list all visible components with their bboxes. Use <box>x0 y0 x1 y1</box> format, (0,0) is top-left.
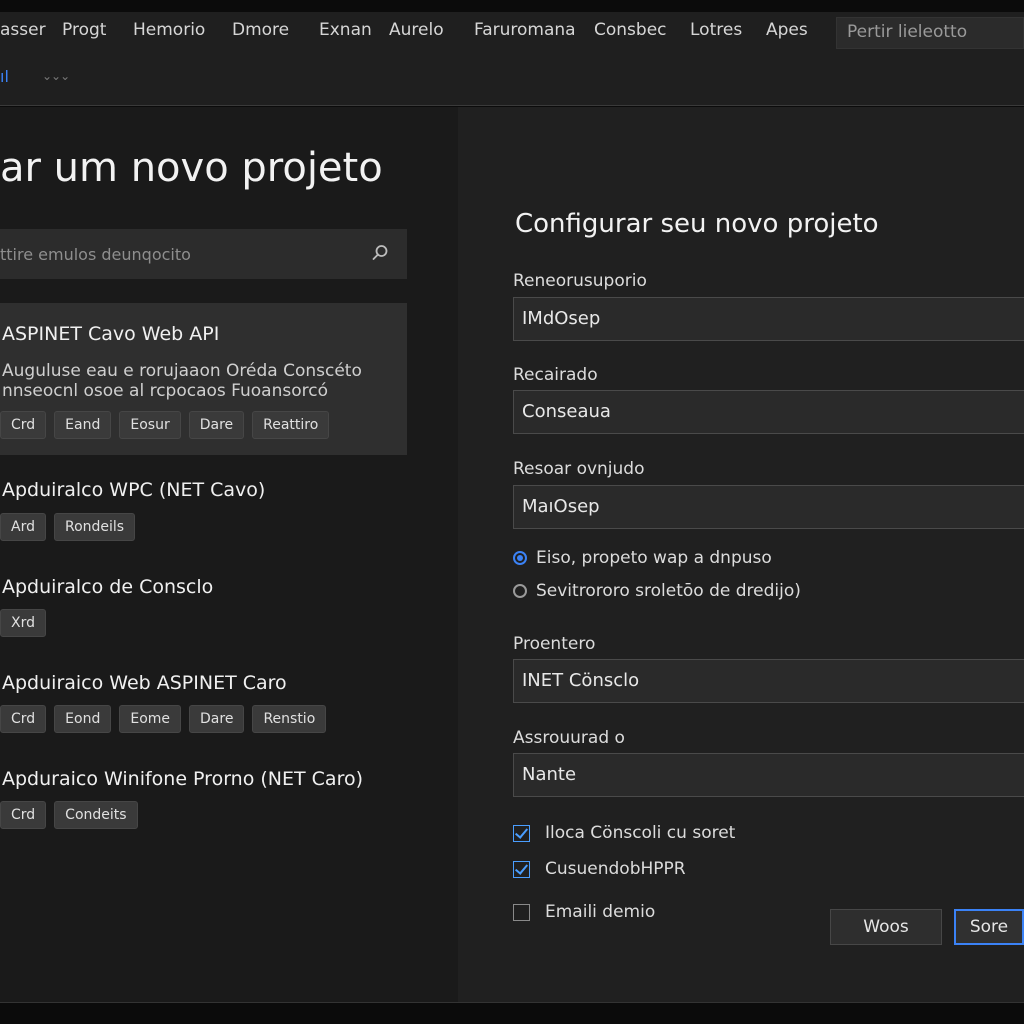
radio-unselected[interactable] <box>513 584 527 598</box>
field-label: Resoar ovnjudo <box>513 459 645 479</box>
menu-item-exam[interactable]: Exnan <box>319 20 372 40</box>
menu-item-consbec[interactable]: Consbec <box>594 20 667 40</box>
checkbox-label: Iloca Cönscoli cu soret <box>545 823 736 843</box>
tag: Eond <box>54 705 112 733</box>
tag: Xrd <box>0 609 46 637</box>
back-button[interactable]: Woos <box>830 909 942 945</box>
radio-label: Eiso, propeto wap a dnpuso <box>536 548 772 568</box>
project-name-field[interactable]: IMdOsep <box>513 297 1024 341</box>
tag: Crd <box>0 411 47 439</box>
menu-item-tools[interactable]: Faruromana <box>474 20 576 40</box>
toolbar: ıl ⌄⌄⌄ <box>0 64 70 88</box>
tag: Crd <box>0 705 47 733</box>
tag: Rondeils <box>53 513 136 541</box>
tag: Eome <box>119 705 182 733</box>
template-search-input[interactable]: ttire emulos deunqocito <box>0 229 407 279</box>
checkbox-checked[interactable] <box>513 824 530 842</box>
template-item[interactable]: Apduraico Winifone Prorno (NET Caro) Crd… <box>0 756 407 836</box>
page-title: ar um novo projeto <box>0 145 383 191</box>
tag: Crd <box>0 801 47 829</box>
location-field[interactable]: Conseaua <box>513 390 1024 434</box>
tag: Eand <box>54 411 112 439</box>
template-item[interactable]: Apduiralco WPC (NET Cavo) Ard Rondeils <box>0 467 407 547</box>
checkbox-option[interactable]: Emaili demio <box>513 902 655 922</box>
radio-option[interactable]: Eiso, propeto wap a dnpuso <box>513 548 772 568</box>
template-tags: Crd Eand Eosur Dare Reattiro <box>0 411 330 439</box>
menu-item-file[interactable]: asser <box>0 20 46 40</box>
template-tags: Crd Eond Eome Dare Renstio <box>0 705 327 733</box>
template-item[interactable]: Apduiraico Web ASPINET Caro Crd Eond Eom… <box>0 660 407 740</box>
template-name: Apduraico Winifone Prorno (NET Caro) <box>2 768 363 790</box>
menu-item-more[interactable]: Dmore <box>232 20 289 40</box>
tag: Renstio <box>252 705 327 733</box>
template-panel: ar um novo projeto ttire emulos deunqoci… <box>0 107 458 1002</box>
status-bar <box>0 1002 1024 1024</box>
menu-item-memory[interactable]: Hemorio <box>133 20 205 40</box>
template-description-line: nnseocnl osoe al rcpocaos Fuoansorcó <box>2 381 328 401</box>
menu-item-aurelo[interactable]: Aurelo <box>389 20 444 40</box>
tag: Ard <box>0 513 46 541</box>
field-label: Assrouurad o <box>513 728 625 748</box>
template-name: Apduiralco WPC (NET Cavo) <box>2 479 266 501</box>
search-icon[interactable] <box>370 243 390 263</box>
template-name: ASPINET Cavo Web API <box>2 323 220 345</box>
framework-select[interactable]: INET Cönsclo <box>513 659 1024 703</box>
radio-label: Sevitrororo sroletōo de dredijo) <box>536 581 801 601</box>
next-button[interactable]: Sore <box>954 909 1024 945</box>
template-item[interactable]: ASPINET Cavo Web API Auguluse eau e roru… <box>0 303 407 455</box>
checkbox-label: Emaili demio <box>545 902 656 922</box>
template-description-line: Auguluse eau e rorujaaon Oréda Conscéto <box>2 361 362 381</box>
radio-selected[interactable] <box>513 551 527 565</box>
configure-panel: Configurar seu novo projeto Reneorusupor… <box>458 107 1024 1002</box>
checkbox-label: CusuendobHPPR <box>545 859 686 879</box>
field-label: Proentero <box>513 634 596 654</box>
radio-option[interactable]: Sevitrororo sroletōo de dredijo) <box>513 581 801 601</box>
tag: Reattiro <box>252 411 330 439</box>
template-tags: Crd Condeits <box>0 801 138 829</box>
tag: Dare <box>188 411 245 439</box>
checkbox-option[interactable]: CusuendobHPPR <box>513 859 686 879</box>
template-search-placeholder: ttire emulos deunqocito <box>0 245 191 264</box>
blue-glyph-icon[interactable]: ıl <box>0 67 20 86</box>
title-bar: asser Progt Hemorio Dmore Exnan Aurelo F… <box>0 12 1024 106</box>
checkbox-unchecked[interactable] <box>513 903 530 921</box>
template-item[interactable]: Apduiralco de Consclo Xrd <box>0 564 407 644</box>
template-tags: Xrd <box>0 609 46 637</box>
template-name: Apduiralco de Consclo <box>2 576 214 598</box>
tag: Dare <box>189 705 245 733</box>
menu-item-apes[interactable]: Apes <box>766 20 808 40</box>
template-name: Apduiraico Web ASPINET Caro <box>2 672 287 694</box>
tag: Eosur <box>119 411 181 439</box>
menu-item-project[interactable]: Progt <box>62 20 106 40</box>
solution-name-field[interactable]: MaıOsep <box>513 485 1024 529</box>
checkbox-option[interactable]: Iloca Cönscoli cu soret <box>513 823 735 843</box>
template-tags: Ard Rondeils <box>0 513 136 541</box>
section-title: Configurar seu novo projeto <box>515 209 879 239</box>
tag: Condeits <box>54 801 138 829</box>
checkbox-checked[interactable] <box>513 860 530 878</box>
menu-item-lotres[interactable]: Lotres <box>690 20 742 40</box>
field-label: Reneorusuporio <box>513 271 647 291</box>
field-label: Recairado <box>513 365 598 385</box>
chevron-down-icon[interactable]: ⌄⌄⌄ <box>42 69 70 83</box>
top-search-input[interactable]: Pertir lieleotto <box>836 17 1024 49</box>
authentication-select[interactable]: Nante <box>513 753 1024 797</box>
